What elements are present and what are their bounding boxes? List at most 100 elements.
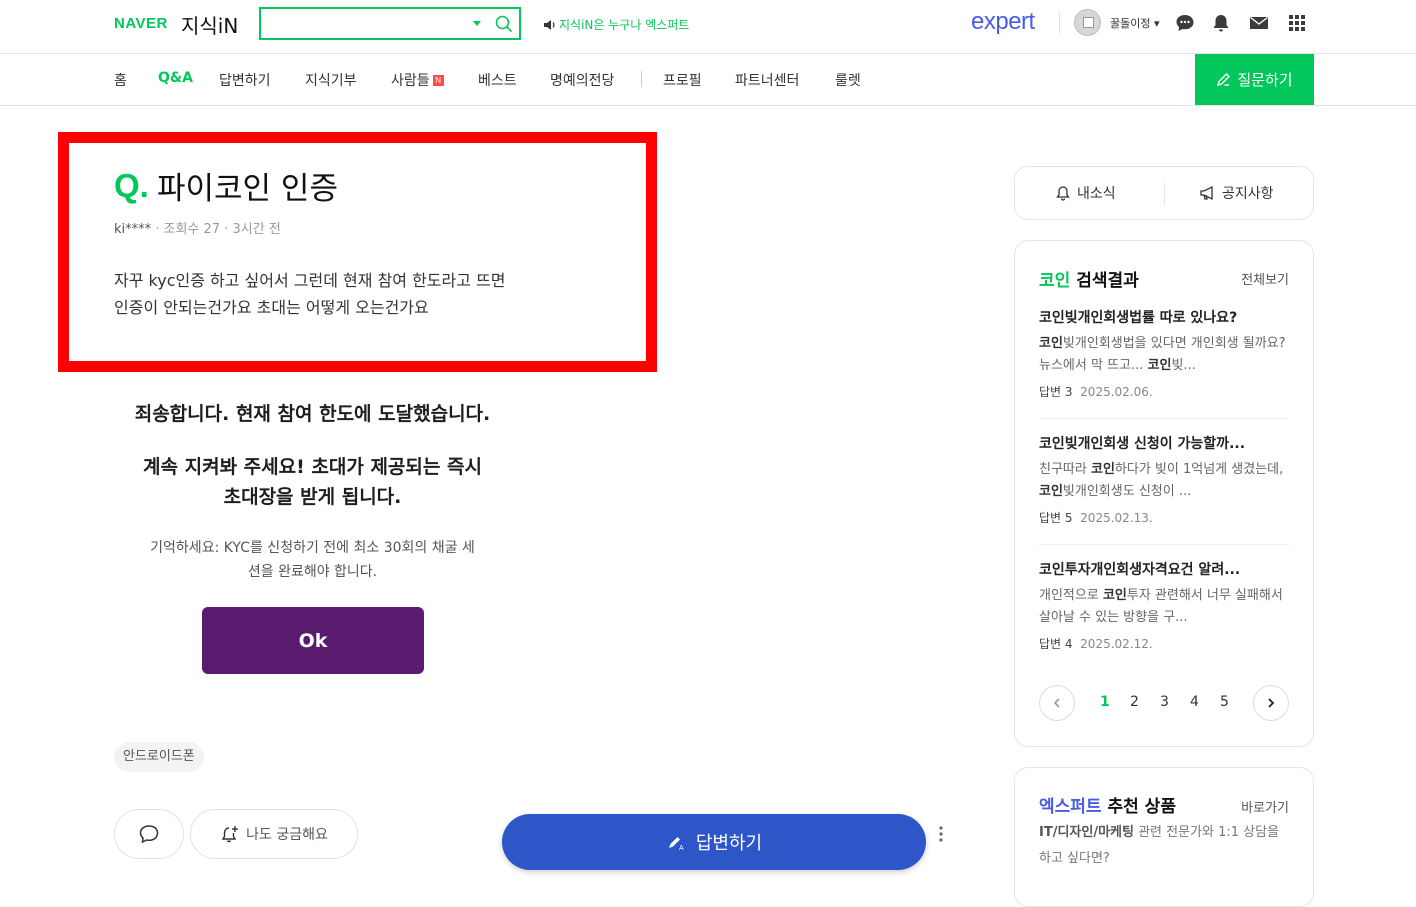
result-divider [1039,418,1289,419]
popup-ok-button: Ok [202,607,424,674]
result-snippet: 친구따라 코인하다가 빚이 1억넘게 생겼는데, 코인빚개인회생도 신청이 ..… [1039,462,1284,499]
curious-label: 나도 궁금해요 [246,827,328,843]
more-options-icon[interactable] [936,824,946,844]
tab-best[interactable]: 베스트 [478,70,517,90]
search-input[interactable] [267,13,467,35]
meta-dot: · [224,222,233,237]
my-news-link[interactable]: 내소식 [1055,183,1116,203]
pager-page-5[interactable]: 5 [1220,694,1229,710]
popup-heading: 죄송합니다. 현재 참여 한도에 도달했습니다. [134,403,491,425]
search-icon[interactable] [494,14,514,34]
tab-divider [641,71,642,87]
top-bar: NAVER 지식iN 지식iN은 누구나 엑스퍼트 expert 꿀돌이정 ▾ [0,0,1416,54]
my-news-label: 내소식 [1077,186,1116,202]
tab-partner-center[interactable]: 파트너센터 [735,70,799,90]
result-title[interactable]: 코인빚개인회생법률 따로 있나요? [1039,307,1289,327]
mail-icon[interactable] [1248,12,1270,34]
tab-people-label: 사람들 [391,73,430,89]
pencil-icon [1217,73,1231,87]
popup-subheading-line: 초대장을 받게 됩니다. [223,486,402,508]
chat-icon[interactable] [1174,12,1196,34]
expert-title-rest: 추천 상품 [1107,797,1176,817]
result-answer-count: 답변 5 [1039,511,1073,525]
tab-people[interactable]: 사람들 N [391,70,444,90]
tab-qna[interactable]: Q&A [158,70,193,86]
related-results-card: 코인 검색결과 전체보기 코인빚개인회생법률 따로 있나요? 코인빚개인회생법을… [1014,240,1314,747]
notification-card: 내소식 공지사항 [1014,166,1314,220]
expert-title-highlight: 엑스퍼트 [1039,797,1102,817]
notice-text: 지식iN은 누구나 엑스퍼트 [559,18,690,32]
popup-note-line: 션을 완료해야 합니다. [247,564,378,580]
result-title[interactable]: 코인투자개인회생자격요건 알려... [1039,559,1289,579]
view-all-link[interactable]: 전체보기 [1241,269,1289,288]
pen-icon: A [668,837,684,852]
popup-note-line: 기억하세요: KYC를 신청하기 전에 최소 30회의 채굴 세 [150,540,475,556]
result-meta: 답변 5 2025.02.13. [1039,509,1289,526]
result-date: 2025.02.06. [1080,385,1153,399]
ask-question-button[interactable]: 질문하기 [1195,54,1314,105]
expert-logo[interactable]: expert [971,8,1035,36]
question-author[interactable]: ki**** [114,222,151,237]
search-autocomplete-toggle[interactable] [473,21,481,26]
popup-subheading-line: 계속 지켜봐 주세요! 초대가 제공되는 즉시 [143,456,482,478]
question-tag[interactable]: 안드로이드폰 [114,742,204,772]
result-item[interactable]: 코인빚개인회생 신청이 가능할까... 친구따라 코인하다가 빚이 1억넘게 생… [1039,433,1289,526]
question-body-line: 자꾸 kyc인증 하고 싶어서 그런데 현재 참여 한도라고 뜨면 [114,271,506,290]
result-snippet: 개인적으로 코인투자 관련해서 너무 실패해서 살아날 수 있는 방향을 구..… [1039,588,1283,625]
result-title[interactable]: 코인빚개인회생 신청이 가능할까... [1039,433,1289,453]
comment-icon [139,825,159,844]
question-views: 조회수 27 [163,222,221,237]
bell-icon[interactable] [1210,12,1232,34]
pager-page-3[interactable]: 3 [1160,694,1169,710]
username-menu[interactable]: 꿀돌이정 ▾ [1110,15,1160,31]
kin-logo[interactable]: 지식iN [181,10,238,39]
search-box [259,7,521,40]
expert-go-link[interactable]: 바로가기 [1241,797,1289,816]
popup-subheading: 계속 지켜봐 주세요! 초대가 제공되는 즉시 초대장을 받게 됩니다. [110,452,515,512]
expert-description: IT/디자인/마케팅 관련 전문가와 1:1 상담을 하고 싶다면? [1039,820,1289,872]
pager-prev-button[interactable] [1039,685,1075,721]
expert-notice-link[interactable]: 지식iN은 누구나 엑스퍼트 [543,16,689,33]
question-title: 파이코인 인증 [157,171,338,207]
write-answer-button[interactable]: A 답변하기 [502,814,926,870]
megaphone-icon [1200,185,1213,201]
chevron-right-icon [1268,698,1275,708]
result-answer-count: 답변 4 [1039,637,1073,651]
tab-hall-of-fame[interactable]: 명예의전당 [550,70,614,90]
avatar[interactable] [1074,9,1101,36]
pager-page-2[interactable]: 2 [1130,694,1139,710]
popup-note: 기억하세요: KYC를 신청하기 전에 최소 30회의 채굴 세 션을 완료해야… [130,536,495,584]
header-divider [1059,12,1060,34]
pager-page-1[interactable]: 1 [1100,694,1110,710]
bell-outline-icon [1056,186,1070,201]
tab-donation[interactable]: 지식기부 [305,70,357,90]
result-item[interactable]: 코인빚개인회생법률 따로 있나요? 코인빚개인회생법을 있다면 개인회생 될까요… [1039,307,1289,400]
result-meta: 답변 4 2025.02.12. [1039,635,1289,652]
result-date: 2025.02.12. [1080,637,1153,651]
question-body-line: 인증이 안되는건가요 초대는 어떻게 오는건가요 [114,298,429,317]
notice-label: 공지사항 [1222,186,1274,202]
result-divider [1039,544,1289,545]
question-meta: ki**** · 조회수 27 · 3시간 전 [114,218,281,237]
username-text: 꿀돌이정 [1110,17,1151,30]
svg-text:A: A [679,845,684,852]
tab-roulette[interactable]: 룰렛 [835,70,861,90]
expert-title: 엑스퍼트 추천 상품 [1039,792,1176,817]
notice-link[interactable]: 공지사항 [1199,183,1274,203]
tab-answer[interactable]: 답변하기 [219,70,271,90]
naver-logo[interactable]: NAVER [114,15,168,32]
tab-home[interactable]: 홈 [114,70,127,90]
meta-dot: · [155,222,164,237]
chevron-left-icon [1053,698,1060,708]
new-badge: N [432,75,444,86]
tab-profile[interactable]: 프로필 [663,70,702,90]
pager-page-4[interactable]: 4 [1190,694,1199,710]
results-title: 코인 검색결과 [1039,266,1139,291]
result-meta: 답변 3 2025.02.06. [1039,383,1289,400]
expert-recommend-card: 엑스퍼트 추천 상품 바로가기 IT/디자인/마케팅 관련 전문가와 1:1 상… [1014,767,1314,907]
pager-next-button[interactable] [1253,685,1289,721]
apps-grid-icon[interactable] [1286,12,1308,34]
curious-button[interactable]: 나도 궁금해요 [190,809,358,859]
result-item[interactable]: 코인투자개인회생자격요건 알려... 개인적으로 코인투자 관련해서 너무 실패… [1039,559,1289,652]
comment-button[interactable] [114,809,184,859]
